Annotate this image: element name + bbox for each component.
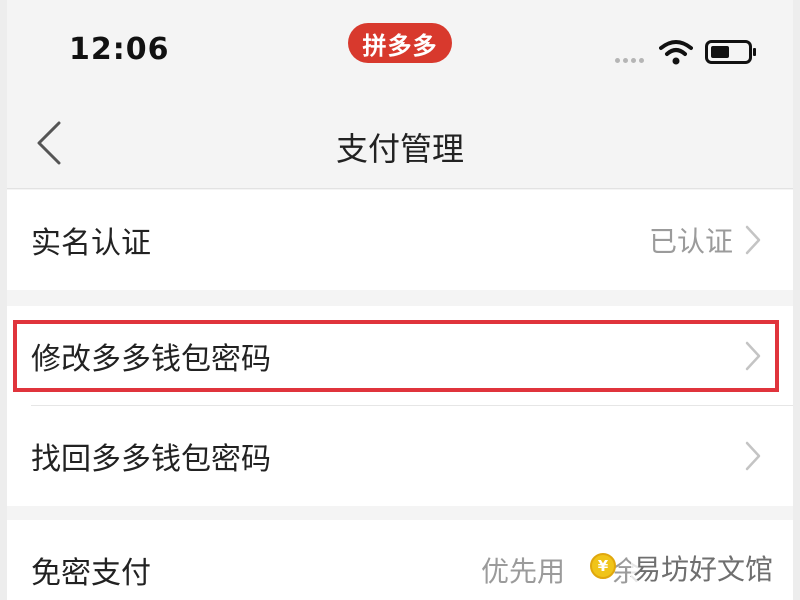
chevron-right-icon [745,441,761,471]
app-frame: 12:06 拼多多 支付管理 实名认证 已认证 修改多多钱包密码 找回多多钱包密… [7,0,793,600]
list-item-recover-password[interactable]: 找回多多钱包密码 [7,406,793,506]
wifi-icon [659,40,693,65]
row-label: 免密支付 [31,556,151,591]
chevron-right-icon [745,225,761,255]
row-label: 找回多多钱包密码 [31,442,271,477]
page-title: 支付管理 [335,130,464,168]
row-value-prefix: 优先用 [481,555,566,588]
watermark: 易坊好文馆 [630,548,775,588]
nav-bar: 支付管理 [7,96,793,189]
row-label: 实名认证 [31,226,151,261]
list-item-change-password[interactable]: 修改多多钱包密码 [7,306,793,406]
status-time: 12:06 [69,32,170,67]
coin-icon: ¥ [590,553,616,579]
battery-icon [705,40,756,64]
list-item-real-name[interactable]: 实名认证 已认证 [7,190,793,290]
row-label: 修改多多钱包密码 [31,342,271,377]
chevron-right-icon [745,341,761,371]
status-bar: 12:06 拼多多 [7,0,793,96]
row-value-status: 已认证 [648,225,733,258]
signal-dots-icon [615,58,644,63]
app-badge: 拼多多 [348,23,452,63]
